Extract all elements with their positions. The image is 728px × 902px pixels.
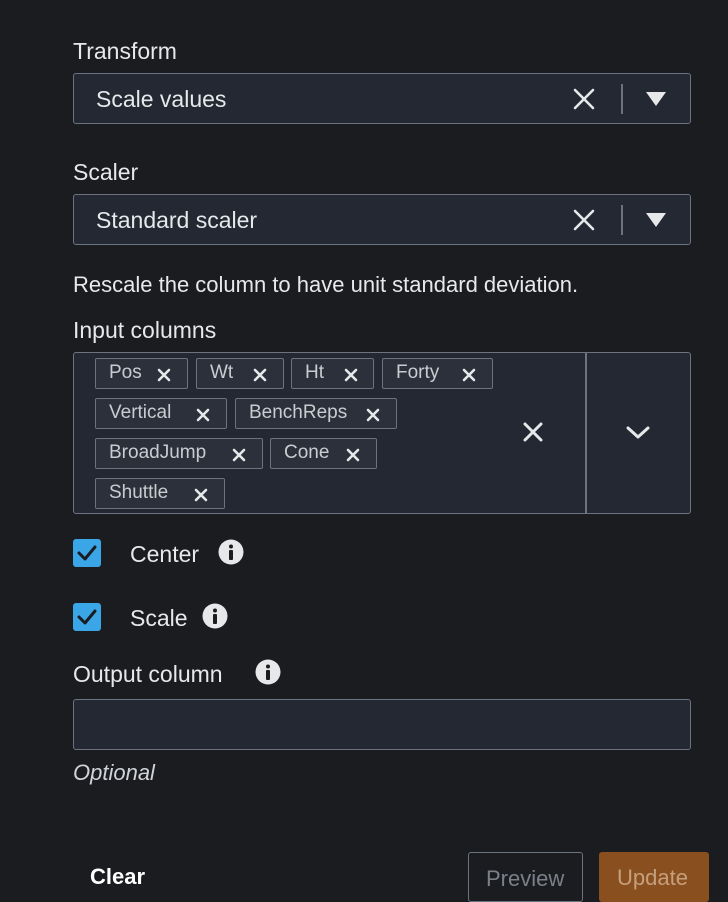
token-label: Vertical bbox=[109, 402, 172, 423]
select-separator bbox=[621, 84, 623, 114]
token-vertical: Vertical bbox=[95, 398, 227, 429]
update-button[interactable]: Update bbox=[599, 852, 709, 902]
token-label: BroadJump bbox=[109, 442, 207, 463]
token-pos: Pos bbox=[95, 358, 188, 389]
token-label: Shuttle bbox=[109, 482, 169, 503]
center-label: Center bbox=[130, 541, 200, 567]
remove-token-icon[interactable] bbox=[194, 488, 208, 502]
output-column-label: Output column bbox=[73, 661, 223, 687]
transform-select[interactable]: Scale values bbox=[73, 73, 691, 124]
token-label: BenchReps bbox=[249, 402, 348, 423]
scale-label: Scale bbox=[130, 605, 188, 631]
input-columns-label: Input columns bbox=[73, 317, 217, 343]
remove-token-icon[interactable] bbox=[253, 368, 267, 382]
info-icon[interactable] bbox=[255, 659, 281, 685]
remove-token-icon[interactable] bbox=[344, 368, 358, 382]
info-icon[interactable] bbox=[202, 603, 228, 629]
check-icon bbox=[77, 545, 97, 561]
token-cone: Cone bbox=[270, 438, 377, 469]
scaler-select-value: Standard scaler bbox=[96, 207, 258, 233]
token-ht: Ht bbox=[291, 358, 374, 389]
clear-all-icon[interactable] bbox=[522, 421, 544, 443]
token-shuttle: Shuttle bbox=[95, 478, 225, 509]
scaler-select[interactable]: Standard scaler bbox=[73, 194, 691, 245]
scaler-description: Rescale the column to have unit standard… bbox=[73, 272, 579, 297]
token-benchreps: BenchReps bbox=[235, 398, 397, 429]
remove-token-icon[interactable] bbox=[232, 448, 246, 462]
output-column-input[interactable] bbox=[73, 699, 691, 750]
token-label: Ht bbox=[305, 362, 324, 383]
preview-button[interactable]: Preview bbox=[468, 852, 583, 902]
remove-token-icon[interactable] bbox=[346, 448, 360, 462]
scaler-label: Scaler bbox=[73, 159, 139, 185]
chevron-down-icon[interactable] bbox=[625, 425, 651, 441]
remove-token-icon[interactable] bbox=[366, 408, 380, 422]
token-broadjump: BroadJump bbox=[95, 438, 263, 469]
multiselect-divider bbox=[585, 353, 587, 513]
select-separator bbox=[621, 205, 623, 235]
close-icon[interactable] bbox=[571, 207, 597, 233]
scale-checkbox[interactable] bbox=[73, 603, 101, 631]
token-label: Forty bbox=[396, 362, 440, 383]
info-icon[interactable] bbox=[218, 539, 244, 565]
center-checkbox[interactable] bbox=[73, 539, 101, 567]
token-wt: Wt bbox=[196, 358, 284, 389]
input-columns-multiselect[interactable]: Pos Wt Ht Forty Vertical BenchReps Broad… bbox=[73, 352, 691, 514]
token-forty: Forty bbox=[382, 358, 493, 389]
transform-select-value: Scale values bbox=[96, 86, 227, 112]
remove-token-icon[interactable] bbox=[462, 368, 476, 382]
check-icon bbox=[77, 609, 97, 625]
clear-button[interactable]: Clear bbox=[90, 864, 145, 890]
update-button-label: Update bbox=[617, 865, 688, 890]
preview-button-label: Preview bbox=[486, 866, 565, 891]
remove-token-icon[interactable] bbox=[196, 408, 210, 422]
caret-down-icon[interactable] bbox=[644, 90, 668, 108]
token-label: Pos bbox=[109, 362, 142, 383]
token-label: Cone bbox=[284, 442, 330, 463]
caret-down-icon[interactable] bbox=[644, 211, 668, 229]
output-column-hint: Optional bbox=[73, 760, 155, 785]
close-icon[interactable] bbox=[571, 86, 597, 112]
remove-token-icon[interactable] bbox=[157, 368, 171, 382]
transform-label: Transform bbox=[73, 38, 177, 64]
token-label: Wt bbox=[210, 362, 234, 383]
